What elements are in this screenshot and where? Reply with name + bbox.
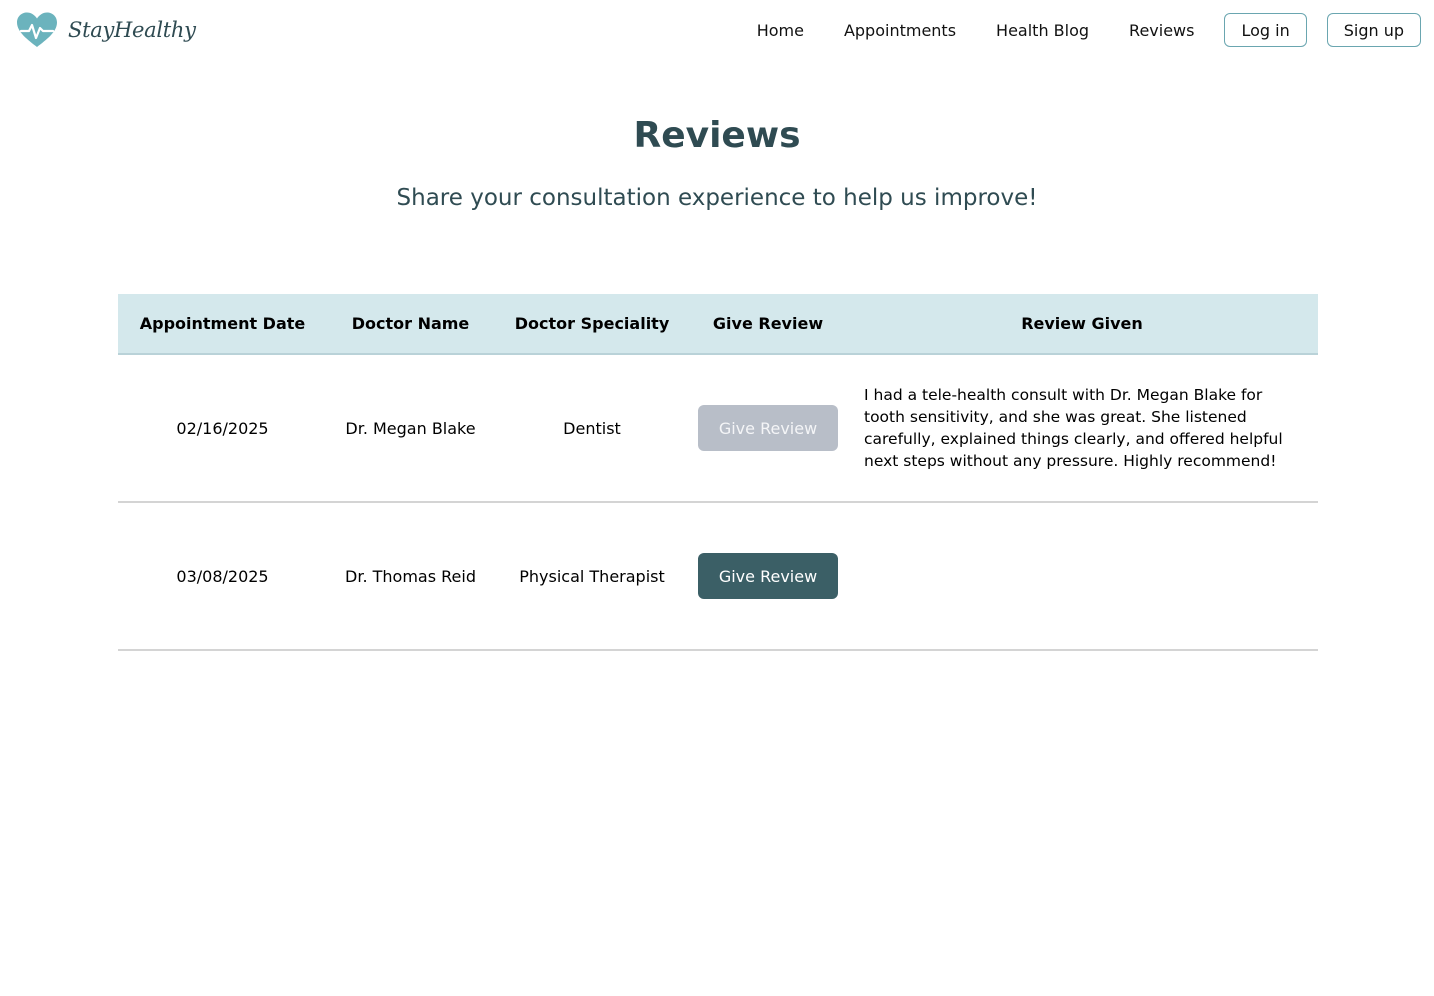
doctor-speciality-cell: Physical Therapist [519,566,665,586]
brand-name: StayHealthy [68,18,196,42]
column-header-doctor-name: Doctor Name [351,314,470,333]
navbar: StayHealthy Home Appointments Health Blo… [0,0,1434,60]
page-subtitle: Share your consultation experience to he… [396,185,1038,211]
page-title: Reviews [633,115,801,156]
reviews-table: Appointment Date Doctor Name Doctor Spec… [118,294,1318,651]
doctor-speciality-cell: Dentist [563,418,621,438]
table-row: 02/16/2025 Dr. Megan Blake Dentist Give … [118,354,1318,502]
login-button[interactable]: Log in [1224,13,1307,47]
column-header-appointment-date: Appointment Date [139,314,306,333]
nav-links: Home Appointments Health Blog Reviews Lo… [757,13,1421,47]
signup-button[interactable]: Sign up [1326,13,1421,47]
brand-logo[interactable]: StayHealthy [16,12,196,48]
column-header-give-review: Give Review [712,314,824,333]
table-header: Appointment Date Doctor Name Doctor Spec… [118,294,1318,354]
nav-link-appointments[interactable]: Appointments [844,21,956,40]
review-given-cell [846,502,1318,650]
table-body: 02/16/2025 Dr. Megan Blake Dentist Give … [118,354,1318,650]
doctor-name-cell: Dr. Megan Blake [345,418,476,438]
give-review-button[interactable]: Give Review [698,553,838,599]
give-review-button: Give Review [698,405,838,451]
heart-pulse-icon [17,12,57,47]
doctor-name-cell: Dr. Thomas Reid [345,566,476,586]
column-header-review-given: Review Given [1021,314,1143,333]
table-row: 03/08/2025 Dr. Thomas Reid Physical Ther… [118,502,1318,650]
give-review-cell: Give Review [690,354,846,502]
nav-link-reviews[interactable]: Reviews [1129,21,1194,40]
appointment-date-cell: 03/08/2025 [176,566,269,586]
appointment-date-cell: 02/16/2025 [176,418,269,438]
nav-link-home[interactable]: Home [757,21,804,40]
table-header-row: Appointment Date Doctor Name Doctor Spec… [118,294,1318,354]
column-header-doctor-speciality: Doctor Speciality [514,314,670,333]
give-review-cell: Give Review [690,502,846,650]
nav-link-health-blog[interactable]: Health Blog [996,21,1089,40]
review-given-cell: I had a tele-health consult with Dr. Meg… [864,386,1283,470]
